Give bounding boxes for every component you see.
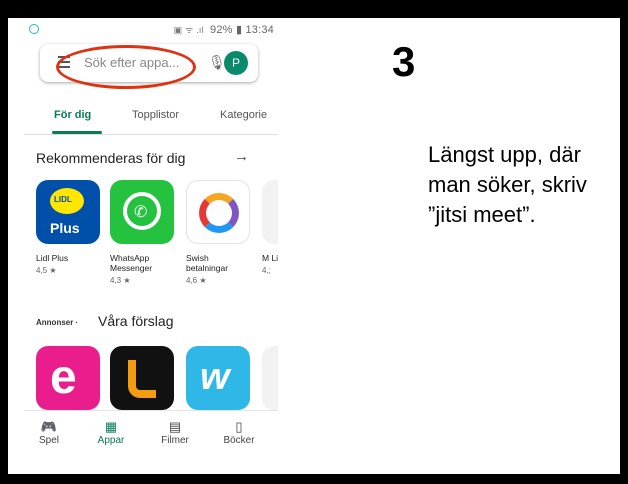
tab-topplistor[interactable]: Topplistor: [132, 109, 179, 121]
nav-filmer[interactable]: ▤ Filmer: [150, 419, 200, 446]
app-card-lidl[interactable]: LIDL Plus Lidl Plus 4,5 ★: [36, 180, 100, 275]
lidl-logo-text: LIDL: [54, 195, 72, 204]
app-name: Lidl Plus: [36, 253, 69, 263]
swish-icon[interactable]: [186, 180, 250, 244]
nav-appar[interactable]: ▦ Appar: [86, 419, 136, 446]
app-name: M Lit: [262, 253, 278, 263]
app-card-swish[interactable]: Swish betalningar 4,6 ★: [186, 180, 250, 285]
e-app-icon[interactable]: e: [36, 346, 100, 410]
highlight-circle: [56, 45, 196, 89]
apps-icon: ▦: [104, 419, 118, 434]
app-name: Swish betalningar: [186, 253, 229, 273]
clock: 13:34: [245, 24, 274, 36]
app-name: WhatsApp Messenger: [110, 253, 153, 273]
lidl-icon[interactable]: LIDL Plus: [36, 180, 100, 244]
app-icon[interactable]: [262, 346, 278, 410]
nav-label: Böcker: [223, 435, 255, 446]
w-app-icon[interactable]: w: [186, 346, 250, 410]
whatsapp-icon[interactable]: ✆: [110, 180, 174, 244]
app-rating: 4,3 ★: [110, 276, 131, 285]
app-card-partial[interactable]: M Lit 4,;: [262, 180, 278, 275]
app-rating: 4,6 ★: [186, 276, 207, 285]
app-card-whatsapp[interactable]: ✆ WhatsApp Messenger 4,3 ★: [110, 180, 174, 285]
instruction-text: Längst upp, där man söker, skriv ”jitsi …: [428, 142, 587, 227]
app-rating: 4,;: [262, 266, 271, 275]
battery-level: 92%: [210, 24, 233, 36]
gamepad-icon: 🎮: [40, 419, 58, 434]
app-icon[interactable]: [262, 180, 278, 244]
book-icon: ▯: [235, 419, 243, 434]
film-icon: ▤: [168, 419, 182, 434]
nav-label: Filmer: [161, 435, 189, 446]
ads-label: Annonser ·: [36, 318, 79, 327]
tab-bar: För dig Topplistor Kategorie: [24, 104, 278, 135]
lidl-plus-text: Plus: [50, 220, 80, 236]
battery-icon: ▮: [235, 24, 243, 36]
bottom-nav: 🎮 Spel ▦ Appar ▤ Filmer ▯ Böcker: [24, 410, 278, 474]
w-letter: w: [200, 356, 230, 398]
slide-frame: ▣ ᯤ .ıl 92% ▮ 13:34 Sök efter appa... 🎙 …: [0, 0, 628, 484]
e-letter: e: [50, 351, 77, 404]
phone-screenshot: ▣ ᯤ .ıl 92% ▮ 13:34 Sök efter appa... 🎙 …: [24, 18, 278, 474]
tab-kategorier[interactable]: Kategorie: [220, 109, 267, 121]
notification-icon: [29, 24, 39, 34]
status-right: ▣ ᯤ .ıl 92% ▮ 13:34: [174, 23, 274, 36]
tab-for-dig[interactable]: För dig: [54, 109, 91, 121]
status-bar: ▣ ᯤ .ıl 92% ▮ 13:34: [24, 24, 278, 38]
active-tab-indicator: [52, 131, 102, 134]
nav-label: Spel: [38, 435, 59, 446]
avatar[interactable]: P: [224, 51, 248, 75]
nav-label: Appar: [97, 435, 125, 446]
section-title-suggestions[interactable]: Våra förslag: [98, 313, 173, 329]
nav-spel[interactable]: 🎮 Spel: [24, 419, 74, 446]
arrow-right-icon[interactable]: →: [234, 148, 249, 165]
section-title-recommended[interactable]: Rekommenderas för dig: [36, 150, 185, 166]
nav-bocker[interactable]: ▯ Böcker: [214, 419, 264, 446]
slide: ▣ ᯤ .ıl 92% ▮ 13:34 Sök efter appa... 🎙 …: [8, 18, 620, 474]
app-rating: 4,5 ★: [36, 266, 57, 275]
road-app-icon[interactable]: [110, 346, 174, 410]
step-number: 3: [392, 38, 416, 85]
signal-icon: ▣ ᯤ .ıl: [173, 25, 204, 35]
